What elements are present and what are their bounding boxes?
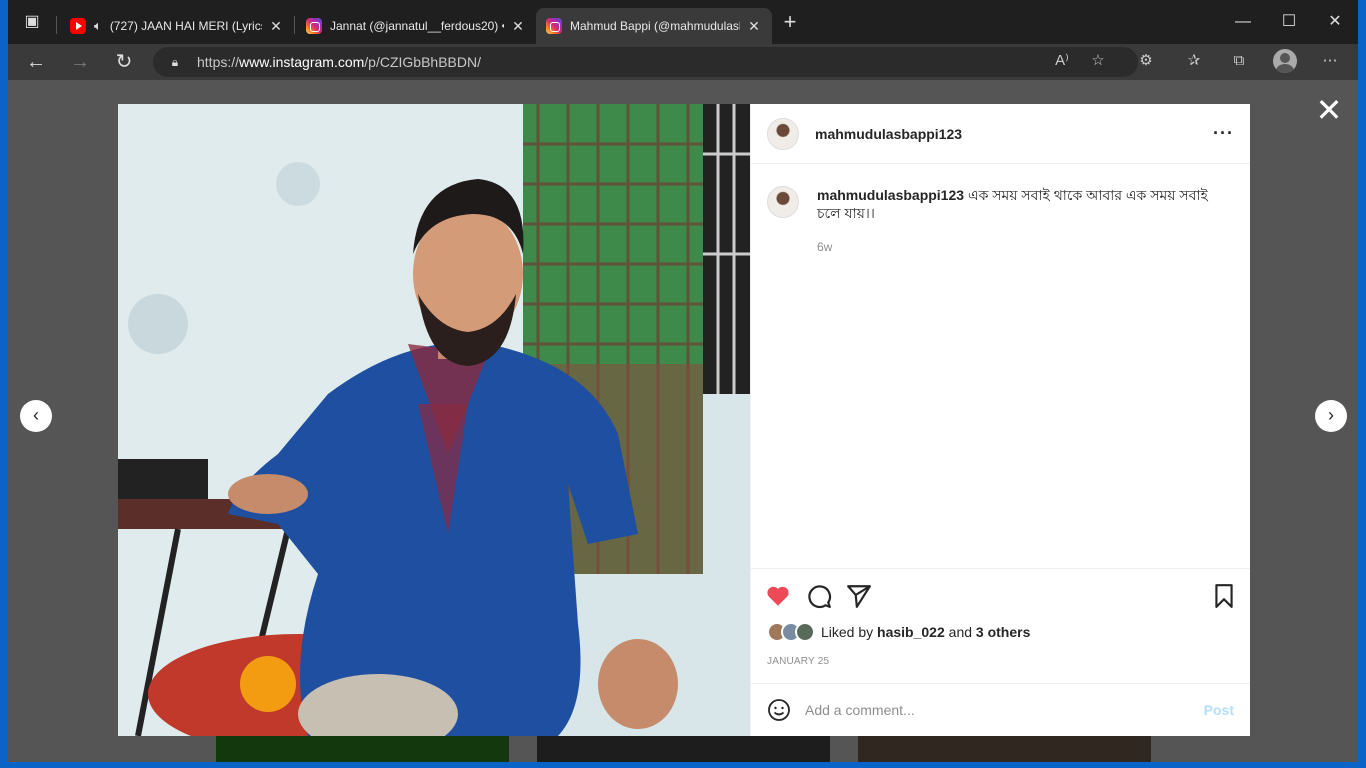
post-username[interactable]: mahmudulasbappi123 <box>815 126 1213 142</box>
refresh-icon[interactable]: ↻ <box>110 48 138 76</box>
close-tab-icon[interactable]: ✕ <box>268 18 284 35</box>
post-modal: mahmudulasbappi123 ··· mahmudulasbappi12… <box>118 104 1250 736</box>
maximize-icon[interactable]: ☐ <box>1266 8 1312 36</box>
read-aloud-icon[interactable]: A⁾ <box>1048 47 1076 75</box>
browser-toolbar: ← → ↻ 🔒︎ https://www.instagram.com/p/CZI… <box>8 44 1358 80</box>
add-favorite-icon[interactable]: ☆ <box>1084 47 1112 75</box>
post-time-ago[interactable]: 6w <box>817 240 832 254</box>
tab-jannat[interactable]: Jannat (@jannatul__ferdous20) • ✕ <box>296 8 536 44</box>
tab-separator <box>56 16 57 34</box>
close-modal-icon[interactable]: ✕ <box>1315 94 1343 126</box>
lock-icon: 🔒︎ <box>171 55 179 69</box>
tab-youtube[interactable]: 🔈︎ (727) JAAN HAI MERI (Lyrics ✕ <box>60 8 294 44</box>
forward-arrow-icon[interactable]: → <box>66 48 94 76</box>
url-text[interactable]: https://www.instagram.com/p/CZIGbBhBBDN/ <box>197 54 481 70</box>
comment-box: Post <box>751 683 1250 736</box>
extensions-icon[interactable]: ⚙ <box>1132 47 1160 75</box>
browser-tab-bar: ▣ 🔈︎ (727) JAAN HAI MERI (Lyrics ✕ Janna… <box>8 0 1358 44</box>
previous-post-arrow-icon[interactable]: ‹ <box>20 400 52 432</box>
comment-icon[interactable] <box>806 583 832 609</box>
post-photo-illustration <box>118 104 750 736</box>
caption-username[interactable]: mahmudulasbappi123 <box>817 187 964 203</box>
emoji-icon[interactable] <box>767 698 791 722</box>
taskbar-edge <box>0 762 1366 768</box>
share-icon[interactable] <box>846 583 872 609</box>
likes-text: Liked by hasib_022 and 3 others <box>821 624 1031 640</box>
liker-username[interactable]: hasib_022 <box>877 624 945 640</box>
post-date[interactable]: JANUARY 25 <box>767 656 829 667</box>
close-window-icon[interactable]: ✕ <box>1312 8 1358 36</box>
tab-separator <box>294 16 295 34</box>
post-header: mahmudulasbappi123 ··· <box>751 104 1250 164</box>
collections-icon[interactable]: ⧉ <box>1225 47 1253 75</box>
post-comment-button[interactable]: Post <box>1204 702 1234 718</box>
address-bar[interactable]: 🔒︎ https://www.instagram.com/p/CZIGbBhBB… <box>153 47 1138 77</box>
comment-input[interactable] <box>805 702 1204 718</box>
back-arrow-icon[interactable]: ← <box>22 48 50 76</box>
minimize-icon[interactable]: — <box>1220 8 1266 36</box>
caption-text: mahmudulasbappi123 এক সময় সবাই থাকে আবা… <box>817 186 1234 222</box>
avatar[interactable] <box>767 186 799 218</box>
tab-title: Mahmud Bappi (@mahmudulasb <box>570 19 740 33</box>
instagram-icon <box>306 18 322 34</box>
next-post-arrow-icon[interactable]: › <box>1315 400 1347 432</box>
close-tab-icon[interactable]: ✕ <box>746 18 762 35</box>
youtube-icon <box>70 18 86 34</box>
likes-others-link[interactable]: 3 others <box>976 624 1030 640</box>
more-options-icon[interactable]: ··· <box>1213 123 1234 144</box>
profile-avatar-icon[interactable] <box>1273 49 1297 73</box>
new-tab-icon[interactable]: + <box>778 10 802 34</box>
tab-title: Jannat (@jannatul__ferdous20) • <box>330 19 504 33</box>
like-heart-icon[interactable] <box>765 583 791 609</box>
instagram-icon <box>546 18 562 34</box>
speaker-icon[interactable]: 🔈︎ <box>94 18 102 34</box>
likes-summary: Liked by hasib_022 and 3 others <box>767 622 1030 642</box>
post-caption: mahmudulasbappi123 এক সময় সবাই থাকে আবা… <box>767 186 1234 222</box>
avatar[interactable] <box>767 117 799 150</box>
close-tab-icon[interactable]: ✕ <box>510 18 526 35</box>
liker-avatar[interactable] <box>795 622 815 642</box>
post-details-panel: mahmudulasbappi123 ··· mahmudulasbappi12… <box>750 104 1250 736</box>
favorites-icon[interactable]: ✰ <box>1180 47 1208 75</box>
tab-actions-icon[interactable]: ▣ <box>20 10 44 34</box>
post-photo <box>118 104 750 736</box>
more-menu-icon[interactable]: ⋯ <box>1316 47 1344 75</box>
post-actions <box>751 568 1250 620</box>
tab-mahmud-bappi[interactable]: Mahmud Bappi (@mahmudulasb ✕ <box>536 8 772 44</box>
save-bookmark-icon[interactable] <box>1211 583 1237 609</box>
tab-title: (727) JAAN HAI MERI (Lyrics <box>109 19 262 33</box>
